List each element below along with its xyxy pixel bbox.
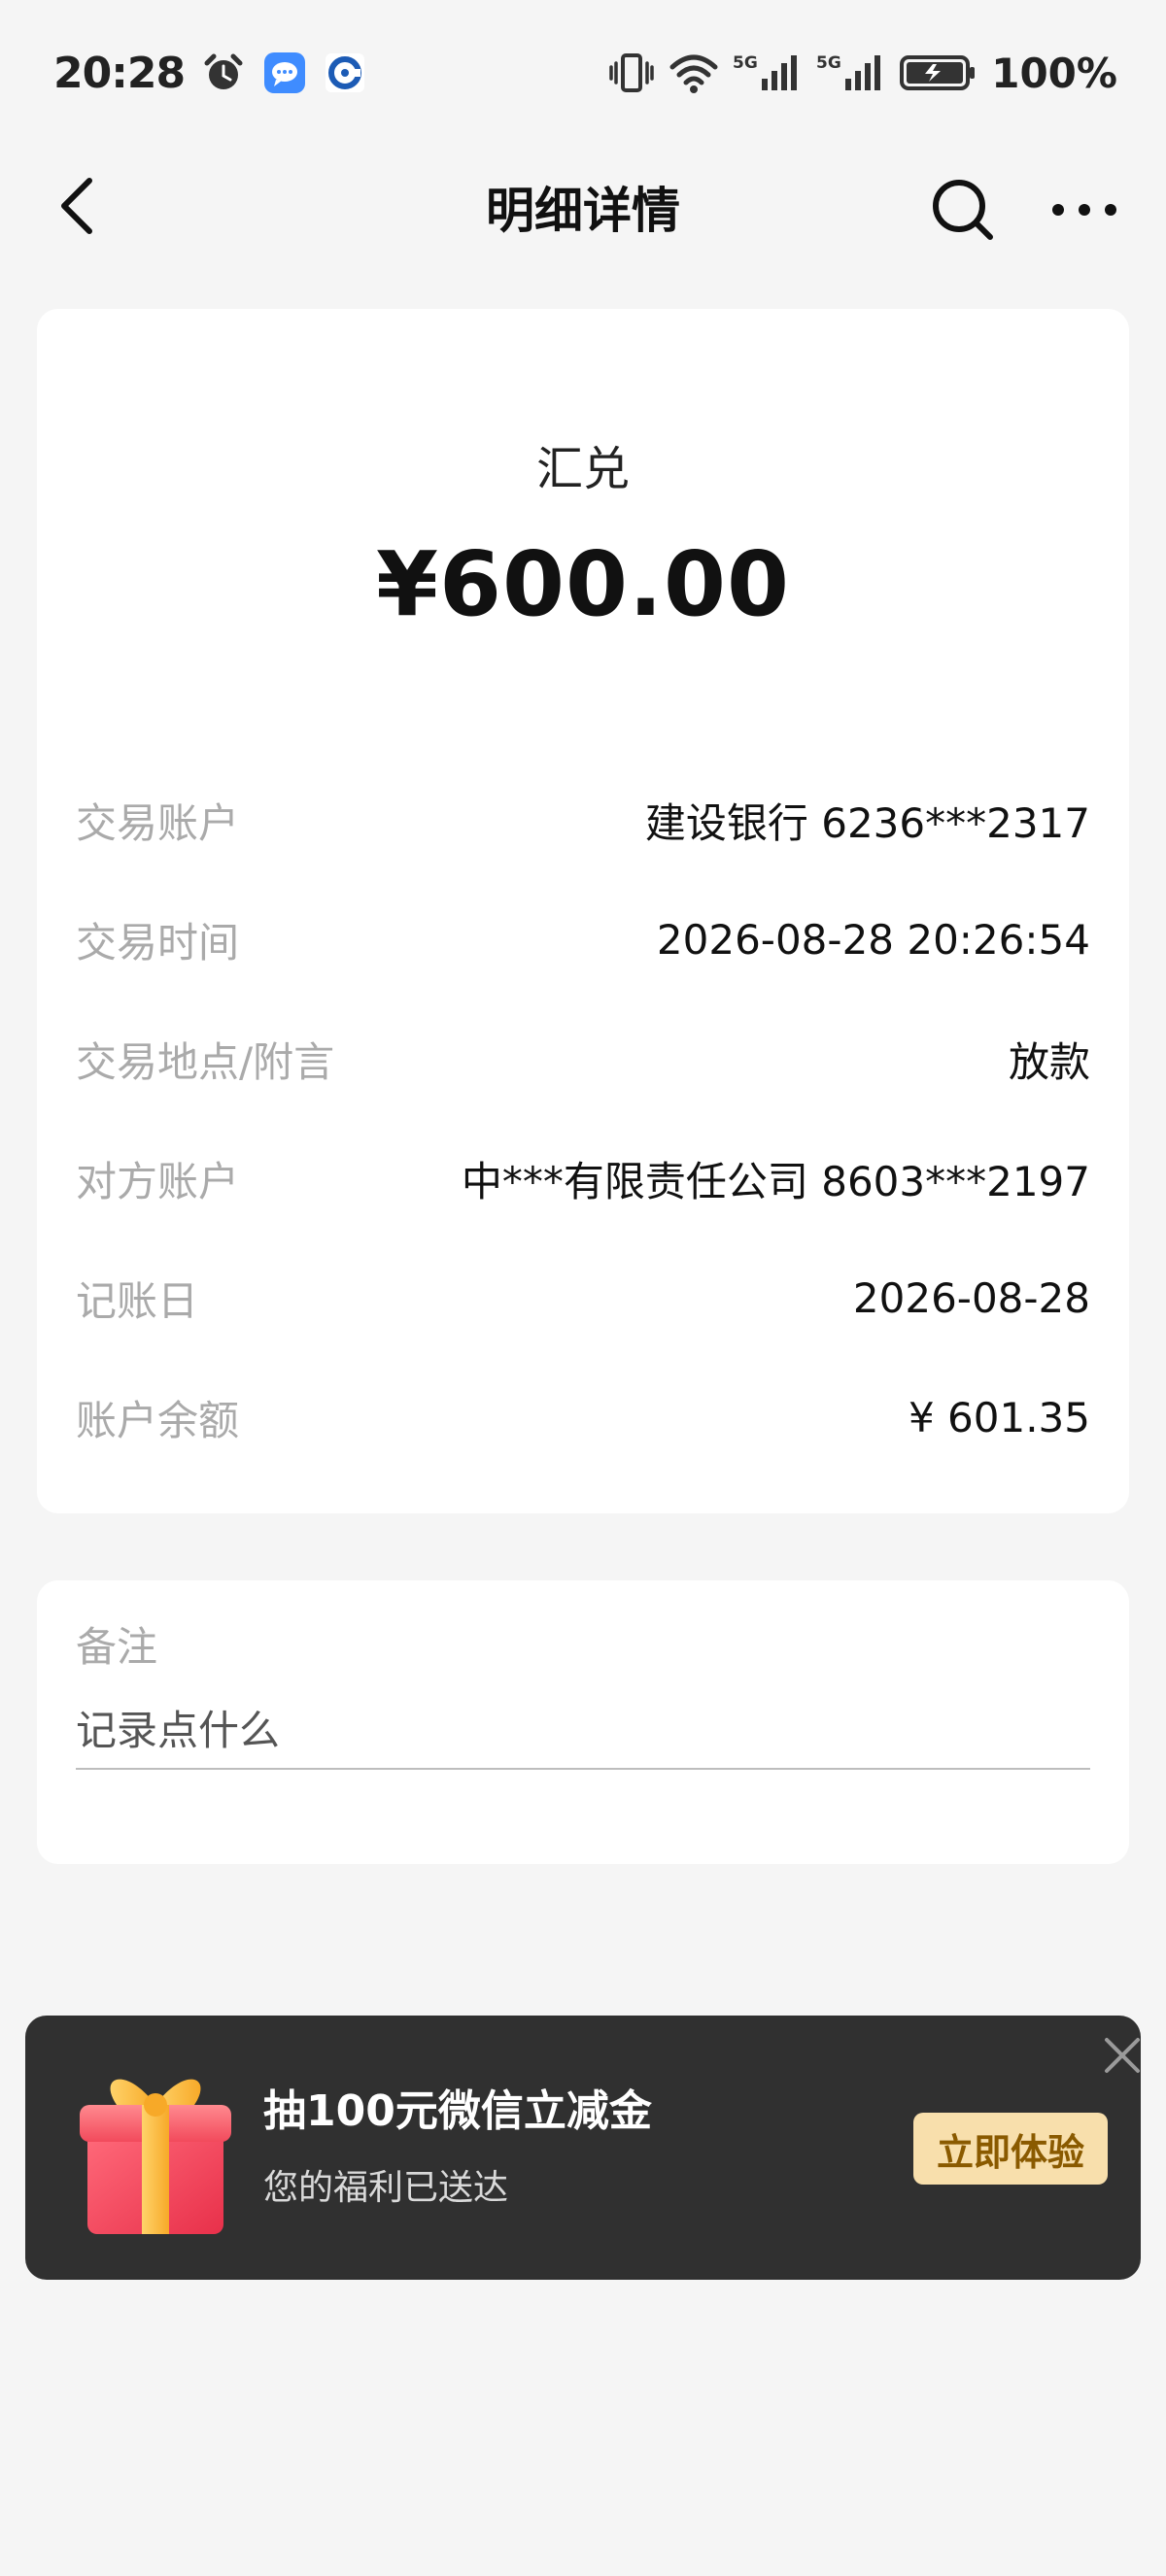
- screen: 20:28 5G 5G 100% 明细详情 汇兑 ¥600.00 交易账户 建设…: [0, 0, 1166, 2576]
- status-bar: 20:28 5G 5G 100%: [0, 0, 1166, 146]
- remark-label: 备注: [76, 1623, 158, 1671]
- alarm-icon: [202, 51, 245, 94]
- detail-row-counterparty: 对方账户 中***有限责任公司 8603***2197: [76, 1119, 1090, 1238]
- nav-bar: 明细详情: [0, 146, 1166, 267]
- bank-app-icon: [325, 52, 365, 93]
- detail-row-time: 交易时间 2026-08-28 20:26:54: [76, 880, 1090, 1000]
- status-time: 20:28: [53, 48, 186, 98]
- svg-text:5G: 5G: [816, 53, 841, 73]
- detail-value: 2026-08-28 20:26:54: [656, 916, 1090, 964]
- detail-label: 交易账户: [76, 799, 240, 847]
- promo-subtitle: 您的福利已送达: [263, 2168, 509, 2208]
- try-now-button[interactable]: 立即体验: [913, 2113, 1108, 2185]
- back-button[interactable]: [47, 175, 109, 237]
- detail-rows: 交易账户 建设银行 6236***2317 交易时间 2026-08-28 20…: [76, 761, 1090, 1477]
- more-icon: [1052, 204, 1116, 216]
- detail-value: ¥ 601.35: [908, 1394, 1090, 1441]
- gift-icon: [58, 2066, 253, 2241]
- svg-text:5G: 5G: [733, 53, 758, 73]
- close-icon: [1105, 2038, 1140, 2073]
- search-icon: [933, 180, 993, 240]
- battery-icon: [900, 51, 977, 94]
- promo-banner[interactable]: 抽100元微信立减金 您的福利已送达 立即体验: [25, 2016, 1141, 2280]
- detail-row-account: 交易账户 建设银行 6236***2317: [76, 761, 1090, 880]
- page-title: 明细详情: [486, 182, 680, 239]
- detail-value: 放款: [1008, 1038, 1090, 1086]
- transaction-detail-card: 汇兑 ¥600.00 交易账户 建设银行 6236***2317 交易时间 20…: [37, 309, 1129, 1513]
- wifi-icon: [669, 51, 719, 94]
- detail-label: 交易地点/附言: [76, 1038, 335, 1086]
- detail-label: 记账日: [76, 1277, 199, 1325]
- detail-label: 对方账户: [76, 1158, 240, 1205]
- promo-title: 抽100元微信立减金: [263, 2086, 652, 2136]
- detail-label: 账户余额: [76, 1397, 240, 1444]
- detail-value: 中***有限责任公司 8603***2197: [461, 1158, 1090, 1205]
- detail-row-posting-date: 记账日 2026-08-28: [76, 1238, 1090, 1358]
- more-button[interactable]: [1049, 175, 1119, 245]
- transaction-type: 汇兑: [535, 442, 630, 496]
- back-icon: [61, 178, 92, 234]
- transaction-amount: ¥600.00: [375, 532, 791, 636]
- status-left: 20:28: [53, 49, 365, 98]
- detail-label: 交易时间: [76, 919, 240, 966]
- search-button[interactable]: [928, 175, 998, 245]
- detail-row-balance: 账户余额 ¥ 601.35: [76, 1358, 1090, 1477]
- detail-value: 建设银行 6236***2317: [644, 799, 1090, 847]
- remark-card: 备注: [37, 1580, 1129, 1864]
- close-promo-button[interactable]: [1092, 2025, 1152, 2085]
- signal-5g-icon: 5G: [733, 51, 803, 94]
- battery-percent: 100%: [991, 49, 1117, 97]
- detail-value: 2026-08-28: [852, 1274, 1090, 1322]
- signal-5g-icon: 5G: [816, 51, 886, 94]
- status-right: 5G 5G 100%: [608, 50, 1117, 97]
- message-icon: [262, 51, 307, 95]
- remark-input[interactable]: [76, 1692, 1090, 1770]
- detail-row-location-note: 交易地点/附言 放款: [76, 1000, 1090, 1119]
- vibrate-icon: [608, 51, 655, 94]
